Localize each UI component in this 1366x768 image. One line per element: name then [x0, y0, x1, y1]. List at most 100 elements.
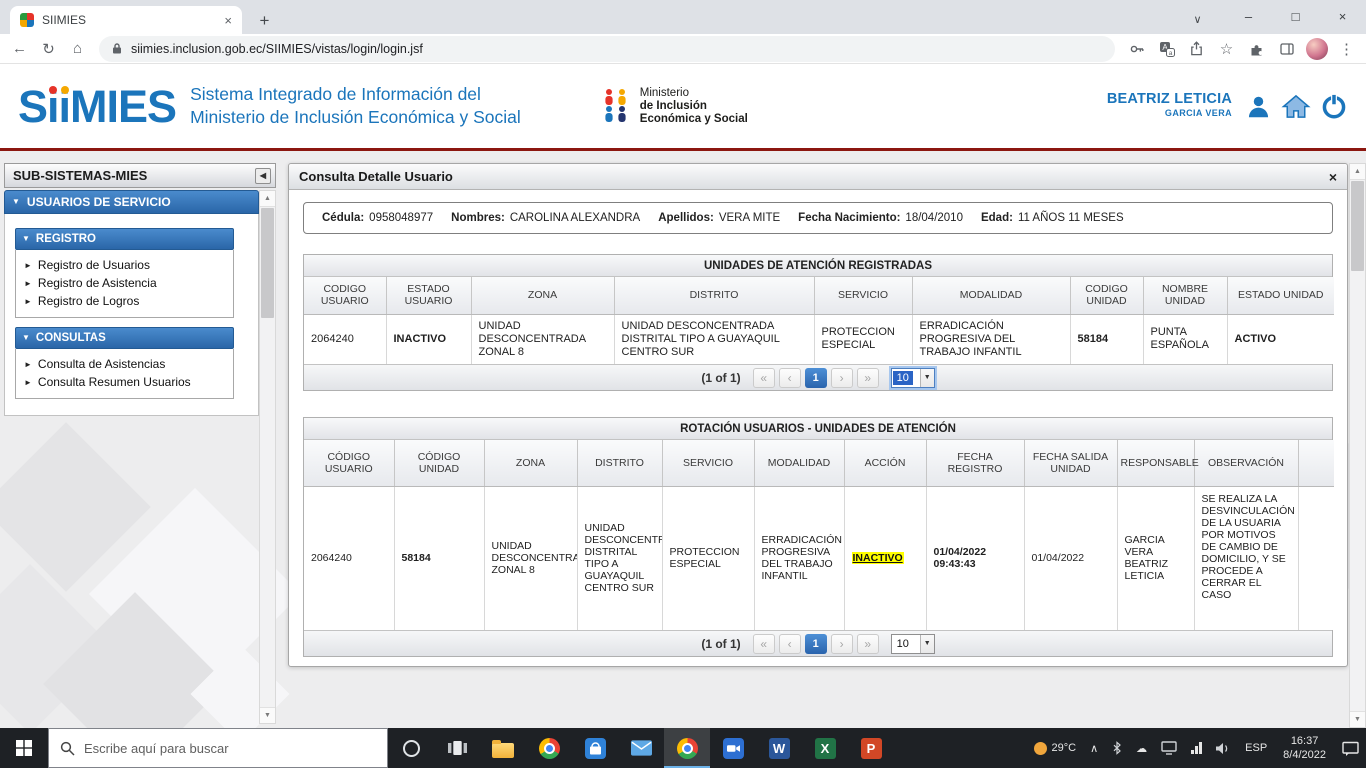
paginator-current-page[interactable]: 1 [805, 634, 827, 654]
onedrive-cloud-icon[interactable]: ☁ [1129, 728, 1154, 768]
bluetooth-icon[interactable] [1105, 728, 1129, 768]
rows-per-page-select[interactable]: 10 ▼ [891, 368, 935, 388]
tab-close-icon[interactable]: × [224, 14, 232, 27]
chrome-icon [539, 738, 560, 759]
task-view-icon [448, 741, 467, 755]
profile-avatar[interactable] [1303, 36, 1330, 62]
sidebar-item-registro-de-asistencia[interactable]: ►Registro de Asistencia [20, 274, 229, 292]
consulta-detalle-usuario-panel: Consulta Detalle Usuario × Cédula:095804… [288, 163, 1348, 667]
table-header-row: CÓDIGO USUARIO CÓDIGO UNIDAD ZONA DISTRI… [304, 440, 1334, 486]
sidebar-item-registro-de-usuarios[interactable]: ►Registro de Usuarios [20, 256, 229, 274]
browser-menu-kebab-icon[interactable]: ⋮ [1333, 36, 1360, 62]
sidebar-scrollbar[interactable]: ▲ ▼ [259, 190, 276, 724]
back-icon[interactable]: ← [6, 36, 33, 62]
nombres-value: CAROLINA ALEXANDRA [510, 212, 640, 224]
navbar-actions: Aa ☆ ⋮ [1123, 36, 1360, 62]
ministry-logo: Ministerio de Inclusión Económica y Soci… [601, 87, 748, 126]
language-indicator[interactable]: ESP [1238, 728, 1274, 768]
chrome-pinned-button[interactable] [526, 728, 572, 768]
address-bar[interactable]: siimies.inclusion.gob.ec/SIIMIES/vistas/… [99, 36, 1115, 62]
sidebar-item-consulta-de-asistencias[interactable]: ►Consulta de Asistencias [20, 355, 229, 373]
scroll-down-icon[interactable]: ▼ [1350, 711, 1365, 727]
sidebar-group-items: ►Consulta de Asistencias ►Consulta Resum… [15, 349, 234, 399]
volume-icon[interactable] [1209, 728, 1238, 768]
panel-close-icon[interactable]: × [1329, 169, 1337, 185]
task-view-button[interactable] [434, 728, 480, 768]
window-maximize-button[interactable]: □ [1272, 0, 1319, 33]
scrollbar-thumb[interactable] [261, 208, 274, 318]
clock-time: 16:37 [1283, 734, 1326, 748]
rotacion-paginator: (1 of 1) « ‹ 1 › » 10 ▼ [304, 630, 1332, 656]
camera-app-button[interactable] [710, 728, 756, 768]
sidebar-item-registro-de-logros[interactable]: ►Registro de Logros [20, 292, 229, 310]
store-button[interactable] [572, 728, 618, 768]
sidebar-collapse-icon[interactable]: ◀ [255, 168, 271, 184]
sidebar-item-consulta-resumen-usuarios[interactable]: ►Consulta Resumen Usuarios [20, 373, 229, 391]
taskbar-search[interactable] [48, 728, 388, 768]
scroll-up-icon[interactable]: ▲ [1350, 164, 1365, 180]
side-panel-icon[interactable] [1273, 36, 1300, 62]
unidades-paginator: (1 of 1) « ‹ 1 › » 10 ▼ [304, 364, 1332, 390]
user-info-strip: Cédula:0958048977 Nombres:CAROLINA ALEXA… [303, 202, 1333, 234]
translate-icon[interactable]: Aa [1153, 36, 1180, 62]
search-input[interactable] [84, 741, 376, 756]
windows-taskbar: W X P 29°C ∧ ☁ ESP 16:37 8/4/2022 [0, 728, 1366, 768]
password-key-icon[interactable] [1123, 36, 1150, 62]
paginator-prev-button[interactable]: ‹ [779, 368, 801, 388]
sidebar-item-registro[interactable]: ▼ REGISTRO [15, 228, 234, 250]
paginator-next-button[interactable]: › [831, 368, 853, 388]
page-scrollbar[interactable]: ▲ ▼ [1349, 163, 1366, 728]
network-signal-icon[interactable] [1184, 728, 1209, 768]
rotacion-table-caption: ROTACIÓN USUARIOS - UNIDADES DE ATENCIÓN [304, 418, 1332, 440]
page-content: SUB-SISTEMAS-MIES ◀ ▼ USUARIOS DE SERVIC… [0, 151, 1366, 728]
scrollbar-thumb[interactable] [1351, 181, 1364, 271]
paginator-first-button[interactable]: « [753, 368, 775, 388]
window-minimize-button[interactable]: – [1225, 0, 1272, 33]
paginator-last-button[interactable]: » [857, 634, 879, 654]
rows-per-page-select[interactable]: 10 ▼ [891, 634, 935, 654]
folder-icon [492, 743, 514, 758]
display-icon[interactable] [1154, 728, 1184, 768]
window-close-button[interactable]: × [1319, 0, 1366, 33]
word-button[interactable]: W [756, 728, 802, 768]
home-icon[interactable]: ⌂ [64, 36, 91, 62]
file-explorer-button[interactable] [480, 728, 526, 768]
powerpoint-button[interactable]: P [848, 728, 894, 768]
taskbar-clock[interactable]: 16:37 8/4/2022 [1274, 728, 1335, 768]
home-shortcut-icon[interactable] [1281, 93, 1311, 120]
extensions-puzzle-icon[interactable] [1243, 36, 1270, 62]
mail-button[interactable] [618, 728, 664, 768]
siimies-logo: SiiMIES [18, 84, 176, 129]
excel-button[interactable]: X [802, 728, 848, 768]
cortana-button[interactable] [388, 728, 434, 768]
user-profile-icon[interactable] [1245, 93, 1272, 120]
sidebar-item-consultas[interactable]: ▼ CONSULTAS [15, 327, 234, 349]
start-button[interactable] [0, 728, 48, 768]
hidden-icons-chevron[interactable]: ∧ [1083, 728, 1105, 768]
windows-logo-icon [16, 740, 32, 756]
paginator-next-button[interactable]: › [831, 634, 853, 654]
ministry-people-icon [601, 88, 631, 124]
unidades-table: UNIDADES DE ATENCIÓN REGISTRADAS CODIGO … [303, 254, 1333, 391]
browser-tab[interactable]: SIIMIES × [10, 6, 242, 34]
system-title: Sistema Integrado de Información del Min… [190, 83, 521, 129]
paginator-current-page[interactable]: 1 [805, 368, 827, 388]
paginator-first-button[interactable]: « [753, 634, 775, 654]
new-tab-button[interactable]: + [252, 8, 277, 33]
sidebar-group-registro: ▼ REGISTRO ►Registro de Usuarios ►Regist… [15, 228, 234, 318]
weather-widget[interactable]: 29°C [1027, 728, 1084, 768]
sidebar-menu: ▼ USUARIOS DE SERVICIO ▼ REGISTRO ►Regis… [4, 190, 259, 416]
action-center-icon[interactable] [1335, 728, 1366, 768]
scroll-down-icon[interactable]: ▼ [260, 707, 275, 723]
bookmark-star-icon[interactable]: ☆ [1213, 36, 1240, 62]
paginator-last-button[interactable]: » [857, 368, 879, 388]
paginator-prev-button[interactable]: ‹ [779, 634, 801, 654]
scroll-up-icon[interactable]: ▲ [260, 191, 275, 207]
share-icon[interactable] [1183, 36, 1210, 62]
logout-power-icon[interactable] [1320, 92, 1348, 120]
tab-search-chevron-icon[interactable]: ∨ [1185, 7, 1210, 32]
select-arrow-icon: ▼ [920, 635, 934, 653]
sidebar-item-usuarios-de-servicio[interactable]: ▼ USUARIOS DE SERVICIO [4, 190, 259, 214]
reload-icon[interactable]: ↻ [35, 36, 62, 62]
chrome-active-button[interactable] [664, 728, 710, 768]
